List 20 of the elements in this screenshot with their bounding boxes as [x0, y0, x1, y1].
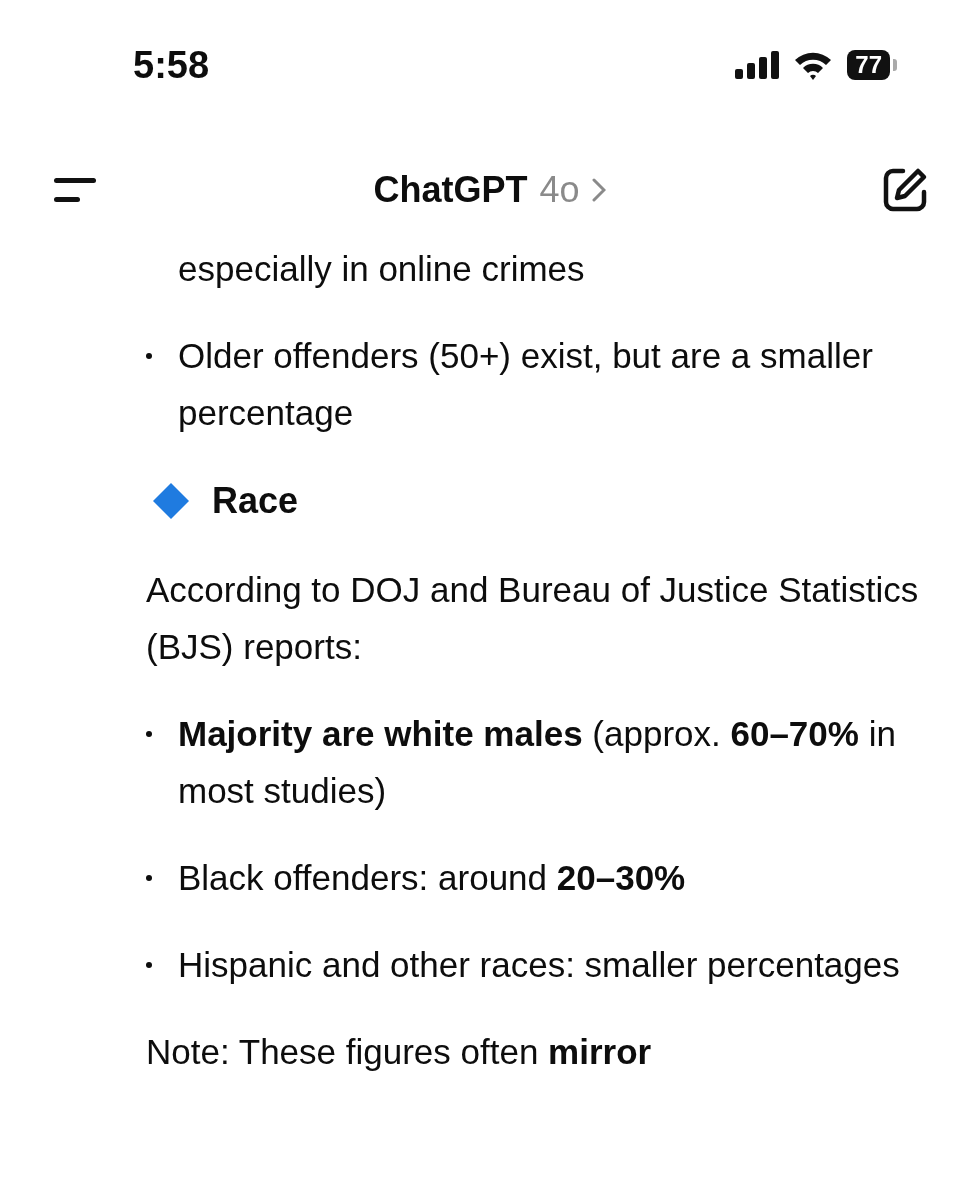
wifi-icon: [793, 50, 834, 80]
diamond-icon: [152, 482, 190, 520]
list-item-text: especially in online crimes: [178, 248, 585, 290]
list-item-text: Black offenders: around 20–30%: [178, 857, 686, 899]
app-title[interactable]: ChatGPT: [373, 169, 528, 211]
chevron-icon[interactable]: [591, 178, 606, 202]
bullet-icon: [146, 730, 152, 737]
bullet-icon: [146, 352, 152, 359]
new-chat-button[interactable]: [881, 166, 929, 214]
list-item-text: Majority are white males (approx. 60–70% in most studies): [178, 713, 897, 812]
signal-icon: [735, 51, 780, 79]
paragraph: According to DOJ and Bureau of Justice Statistics (BJS) reports:: [146, 569, 919, 668]
paragraph: Note: These figures often mirror: [146, 1031, 653, 1073]
list-item-text: Hispanic and other races: smaller percentages: [178, 944, 900, 986]
bullet-icon: [146, 961, 152, 968]
bullet-icon: [146, 874, 152, 881]
menu-button[interactable]: [52, 175, 98, 205]
status-time: 5:58: [133, 43, 210, 87]
section-heading: Race: [212, 479, 299, 523]
list-item-text: Older offenders (50+) exist, but are a smaller percentage: [178, 335, 874, 434]
